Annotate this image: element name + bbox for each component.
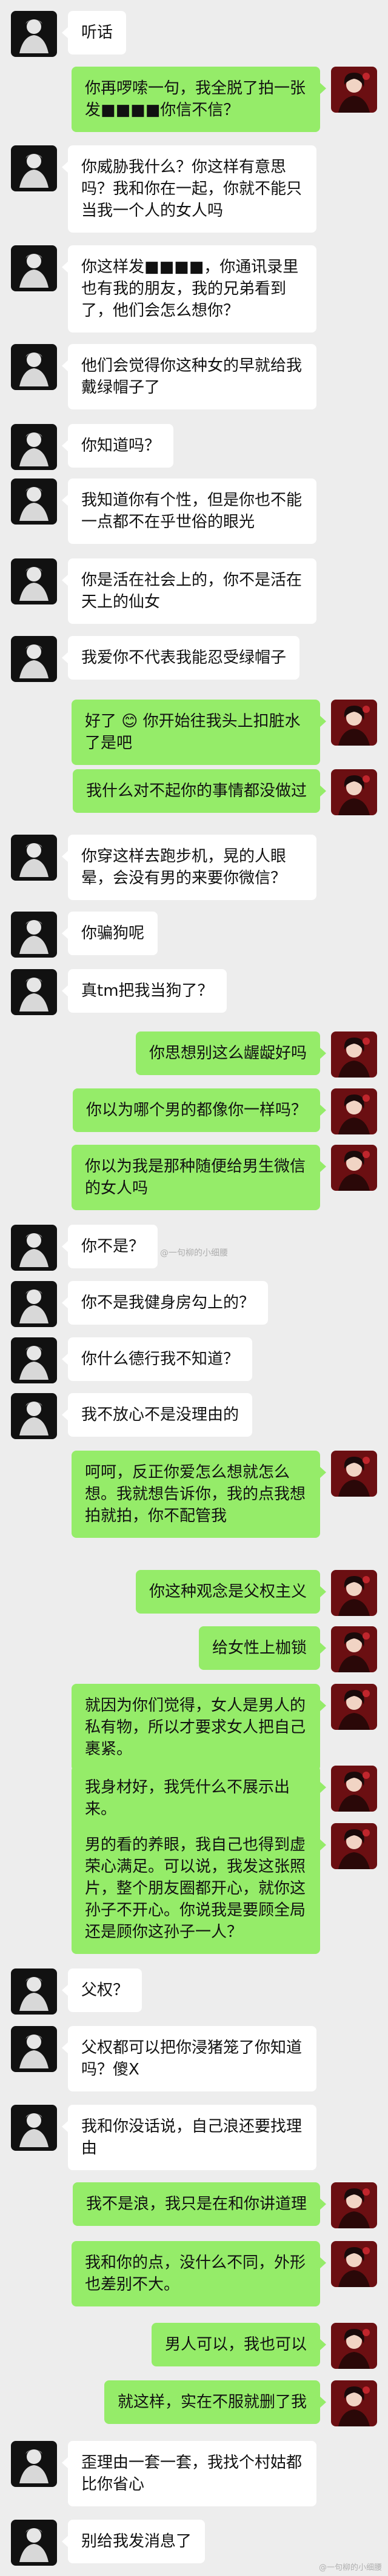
self-avatar[interactable] <box>331 1145 377 1191</box>
message-bubble[interactable]: 你这样发■■■■，你通讯录里也有我的朋友，我的兄弟看到了，他们会怎么想你？ <box>62 245 316 333</box>
contact-avatar[interactable] <box>11 344 57 390</box>
message-bubble[interactable]: 你威胁我什么？你这样有意思吗？我和你在一起，你就不能只当我一个人的女人吗 <box>62 145 316 233</box>
contact-avatar[interactable] <box>11 2441 57 2487</box>
message-bubble[interactable]: 父权？ <box>61 1968 142 2012</box>
contact-avatar[interactable] <box>11 1281 57 1327</box>
message-bubble[interactable]: 你这种观念是父权主义 <box>135 1570 327 1614</box>
contact-avatar[interactable] <box>11 1393 57 1439</box>
contact-avatar[interactable] <box>11 245 57 291</box>
message-bubble[interactable]: 男的看的养眼，我自己也得到虚荣心满足。可以说，我发这张照片，整个朋友圈都开心，就… <box>72 1823 326 1954</box>
contact-avatar[interactable] <box>11 835 57 881</box>
contact-avatar[interactable] <box>11 11 57 57</box>
message-bubble[interactable]: 你不是我健身房勾上的？ <box>61 1281 269 1325</box>
message-bubble[interactable]: 父权都可以把你浸猪笼了你知道吗？傻X <box>62 2026 316 2091</box>
message-bubble[interactable]: 我和你的点，没什么不同，外形也差别不大。 <box>72 2241 326 2306</box>
message-bubble[interactable]: 你再啰嗦一句，我全脱了拍一张发■■■■你信不信？ <box>72 67 326 132</box>
message-bubble[interactable]: 我和你没话说，自己浪还要找理由 <box>62 2105 316 2170</box>
message-bubble[interactable]: 他们会觉得你这种女的早就给我戴绿帽子了 <box>62 344 316 409</box>
message-bubble[interactable]: 我什么对不起你的事情都没做过 <box>72 769 327 813</box>
message-bubble[interactable]: 我不放心不是没理由的 <box>61 1393 253 1437</box>
contact-avatar[interactable] <box>11 424 57 470</box>
contact-avatar[interactable] <box>11 636 57 682</box>
message-bubble[interactable]: 你什么德行我不知道？ <box>61 1337 253 1381</box>
message-bubble[interactable]: 我知道你有个性，但是你也不能一点都不在乎世俗的眼光 <box>62 478 316 544</box>
contact-avatar[interactable] <box>11 1337 57 1383</box>
message-bubble[interactable]: 你以为我是那种随便给男生微信的女人吗 <box>72 1145 326 1210</box>
message-bubble[interactable]: 给女性上枷锁 <box>198 1626 327 1670</box>
self-avatar[interactable] <box>331 1684 377 1730</box>
self-avatar[interactable] <box>331 700 377 746</box>
message-bubble[interactable]: 呵呵，反正你爱怎么想就怎么想。我就想告诉你，我的点我想拍就拍，你不配管我 <box>72 1451 326 1538</box>
self-avatar[interactable] <box>331 67 377 113</box>
self-avatar[interactable] <box>331 1626 377 1672</box>
self-avatar[interactable] <box>331 1031 377 1078</box>
watermark: @一句柳的小细腰 <box>160 1248 228 1258</box>
message-bubble[interactable]: 好了 😊 你开始往我头上扣脏水了是吧 <box>72 700 326 765</box>
self-avatar[interactable] <box>331 2323 377 2369</box>
contact-avatar[interactable] <box>11 1968 57 2015</box>
contact-avatar[interactable] <box>11 558 57 604</box>
message-bubble[interactable]: 男人可以，我也可以 <box>151 2323 327 2366</box>
message-bubble[interactable]: 歪理由一套一套，我找个村姑都比你省心 <box>62 2441 316 2506</box>
self-avatar[interactable] <box>331 2241 377 2287</box>
message-bubble[interactable]: 你思想别这么龌龊好吗 <box>135 1031 327 1075</box>
message-bubble[interactable]: 我爱你不代表我能忍受绿帽子 <box>61 636 300 680</box>
self-avatar[interactable] <box>331 2182 377 2228</box>
watermark-bottom: @一句柳的小细腰 <box>318 2563 382 2572</box>
message-bubble[interactable]: 真tm把我当狗了？ <box>62 969 227 1013</box>
message-bubble[interactable]: 别给我发消息了 <box>61 2520 206 2563</box>
contact-avatar[interactable] <box>11 2026 57 2072</box>
self-avatar[interactable] <box>331 1570 377 1616</box>
message-bubble[interactable]: 你知道吗？ <box>61 424 174 468</box>
message-bubble[interactable]: 你骗狗呢 <box>61 912 158 955</box>
self-avatar[interactable] <box>331 1823 377 1869</box>
message-bubble[interactable]: 你以为哪个男的都像你一样吗？ <box>72 1088 327 1132</box>
contact-avatar[interactable] <box>11 2105 57 2151</box>
self-avatar[interactable] <box>331 1088 377 1134</box>
chat-conversation: 听话你再啰嗦一句，我全脱了拍一张发■■■■你信不信？ 你威胁我什么？你这样有意思吗… <box>0 0 388 2576</box>
contact-avatar[interactable] <box>11 478 57 525</box>
self-avatar[interactable] <box>331 2380 377 2426</box>
contact-avatar[interactable] <box>11 969 57 1015</box>
self-avatar[interactable] <box>331 1451 377 1497</box>
message-bubble[interactable]: 就因为你们觉得，女人是男人的私有物，所以才要求女人把自己裹紧。 <box>72 1684 326 1771</box>
message-bubble[interactable]: 你穿这样去跑步机，晃的人眼晕，会没有男的来要你微信？ <box>62 835 316 900</box>
message-bubble[interactable]: 你是活在社会上的，你不是活在天上的仙女 <box>62 558 316 624</box>
contact-avatar[interactable] <box>11 912 57 958</box>
contact-avatar[interactable] <box>11 145 57 191</box>
self-avatar[interactable] <box>331 769 377 815</box>
self-avatar[interactable] <box>331 1766 377 1812</box>
message-bubble[interactable]: 我不是浪，我只是在和你讲道理 <box>72 2182 327 2226</box>
message-bubble[interactable]: 就这样，实在不服就删了我 <box>104 2380 327 2424</box>
contact-avatar[interactable] <box>11 2520 57 2566</box>
message-bubble[interactable]: 我身材好，我凭什么不展示出来。 <box>72 1766 326 1831</box>
message-bubble[interactable]: 听话 <box>61 11 127 55</box>
